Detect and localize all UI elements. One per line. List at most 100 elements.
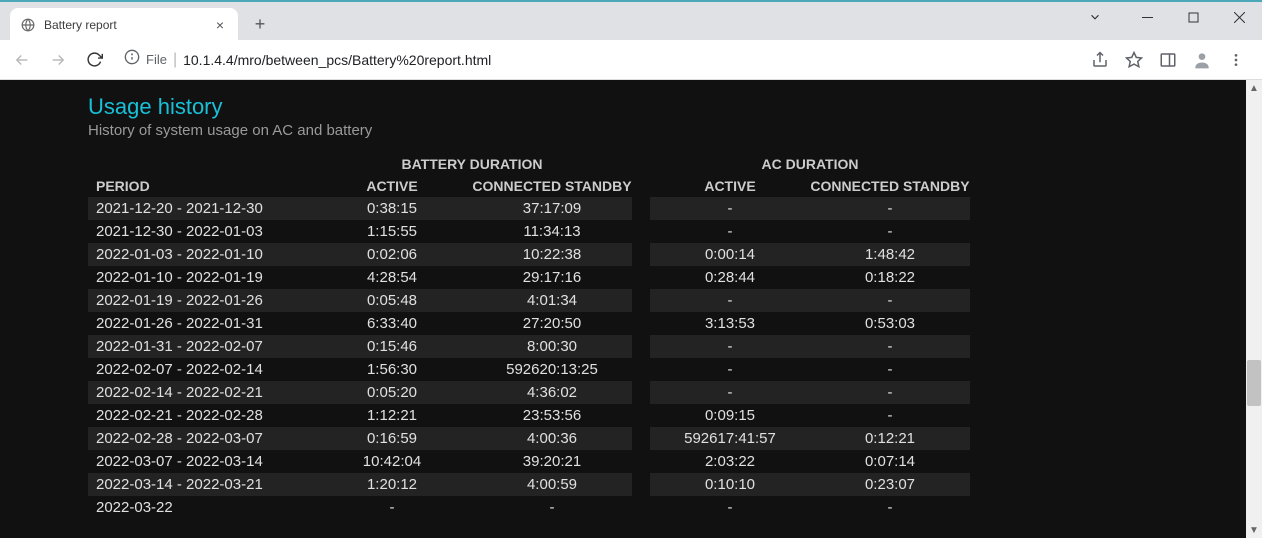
browser-tab[interactable]: Battery report ×: [10, 8, 238, 42]
info-icon[interactable]: [124, 49, 140, 70]
titlebar: Battery report × +: [0, 2, 1262, 40]
cell-ac-active: 0:09:15: [650, 404, 810, 427]
cell-ac-active: -: [650, 358, 810, 381]
scrollbar-thumb[interactable]: [1247, 360, 1261, 406]
reload-button[interactable]: [80, 46, 108, 74]
table-row: 2021-12-20 - 2021-12-300:38:1537:17:09--: [88, 197, 970, 220]
cell-battery-standby: 4:00:36: [472, 427, 632, 450]
cell-ac-standby: 0:07:14: [810, 450, 970, 473]
cell-battery-standby: 4:36:02: [472, 381, 632, 404]
cell-ac-standby: -: [810, 358, 970, 381]
forward-button[interactable]: [44, 46, 72, 74]
cell-ac-standby: -: [810, 496, 970, 519]
cell-ac-active: 3:13:53: [650, 312, 810, 335]
header-ac-standby: CONNECTED STANDBY: [810, 175, 970, 197]
url-separator: |: [173, 51, 177, 69]
cell-battery-active: 1:56:30: [312, 358, 472, 381]
cell-battery-standby: 29:17:16: [472, 266, 632, 289]
cell-battery-active: 0:05:48: [312, 289, 472, 312]
scrollbar-up-icon[interactable]: ▲: [1246, 80, 1262, 96]
table-row: 2022-01-31 - 2022-02-070:15:468:00:30--: [88, 335, 970, 358]
bookmark-star-icon[interactable]: [1124, 50, 1144, 70]
scrollbar[interactable]: ▲ ▼: [1246, 80, 1262, 538]
cell-period: 2022-02-21 - 2022-02-28: [88, 404, 312, 427]
cell-ac-active: -: [650, 289, 810, 312]
side-panel-icon[interactable]: [1158, 50, 1178, 70]
cell-period: 2021-12-20 - 2021-12-30: [88, 197, 312, 220]
cell-period: 2022-01-03 - 2022-01-10: [88, 243, 312, 266]
cell-ac-active: -: [650, 197, 810, 220]
cell-ac-active: -: [650, 381, 810, 404]
cell-ac-standby: -: [810, 197, 970, 220]
table-row: 2022-02-28 - 2022-03-070:16:594:00:36592…: [88, 427, 970, 450]
table-row: 2022-02-21 - 2022-02-281:12:2123:53:560:…: [88, 404, 970, 427]
usage-history-table: BATTERY DURATION AC DURATION PERIOD ACTI…: [88, 153, 970, 519]
table-row: 2022-01-26 - 2022-01-316:33:4027:20:50 3:…: [88, 312, 970, 335]
cell-battery-active: 1:12:21: [312, 404, 472, 427]
cell-battery-standby: 27:20:50: [472, 312, 632, 335]
header-battery-group: BATTERY DURATION: [312, 153, 632, 175]
cell-ac-active: -: [650, 496, 810, 519]
header-battery-standby: CONNECTED STANDBY: [472, 175, 632, 197]
cell-ac-standby: -: [810, 404, 970, 427]
cell-ac-active: 0:10:10: [650, 473, 810, 496]
cell-battery-active: 0:16:59: [312, 427, 472, 450]
cell-ac-standby: 0:18:22: [810, 266, 970, 289]
chevron-down-icon[interactable]: [1072, 2, 1118, 32]
cell-battery-active: 4:28:54: [312, 266, 472, 289]
cell-period: 2022-02-07 - 2022-02-14: [88, 358, 312, 381]
cell-battery-standby: 39:20:21: [472, 450, 632, 473]
window-controls: [1124, 2, 1262, 32]
url-text: 10.1.4.4/mro/between_pcs/Battery%20repor…: [183, 52, 491, 68]
cell-battery-standby: 11:34:13: [472, 220, 632, 243]
cell-battery-active: 10:42:04: [312, 450, 472, 473]
share-icon[interactable]: [1090, 50, 1110, 70]
cell-period: 2022-01-26 - 2022-01-31: [88, 312, 312, 335]
table-row: 2022-01-19 - 2022-01-260:05:484:01:34--: [88, 289, 970, 312]
cell-ac-standby: -: [810, 220, 970, 243]
cell-ac-active: -: [650, 335, 810, 358]
cell-period: 2022-01-19 - 2022-01-26: [88, 289, 312, 312]
cell-ac-standby: 0:12:21: [810, 427, 970, 450]
table-row: 2022-03-07 - 2022-03-1410:42:0439:20:21 2…: [88, 450, 970, 473]
close-tab-icon[interactable]: ×: [212, 17, 228, 33]
cell-battery-standby: 4:01:34: [472, 289, 632, 312]
cell-ac-active: 592617:41:57: [650, 427, 810, 450]
cell-period: 2022-01-31 - 2022-02-07: [88, 335, 312, 358]
cell-ac-standby: 1:48:42: [810, 243, 970, 266]
cell-ac-standby: 0:23:07: [810, 473, 970, 496]
cell-battery-active: -: [312, 496, 472, 519]
table-row: 2022-02-07 - 2022-02-141:56:30592620:13:…: [88, 358, 970, 381]
scrollbar-down-icon[interactable]: ▼: [1246, 522, 1262, 538]
menu-icon[interactable]: [1226, 50, 1246, 70]
cell-battery-standby: 4:00:59: [472, 473, 632, 496]
minimize-button[interactable]: [1124, 2, 1170, 32]
cell-battery-standby: 10:22:38: [472, 243, 632, 266]
table-row: 2022-02-14 - 2022-02-210:05:204:36:02--: [88, 381, 970, 404]
maximize-button[interactable]: [1170, 2, 1216, 32]
cell-battery-active: 1:15:55: [312, 220, 472, 243]
toolbar: File | 10.1.4.4/mro/between_pcs/Battery%…: [0, 40, 1262, 80]
cell-battery-active: 6:33:40: [312, 312, 472, 335]
header-ac-active: ACTIVE: [650, 175, 810, 197]
back-button[interactable]: [8, 46, 36, 74]
cell-ac-active: 0:00:14: [650, 243, 810, 266]
cell-ac-active: 0:28:44: [650, 266, 810, 289]
cell-battery-active: 0:15:46: [312, 335, 472, 358]
close-window-button[interactable]: [1216, 2, 1262, 32]
cell-battery-active: 0:05:20: [312, 381, 472, 404]
header-blank: [88, 153, 312, 175]
cell-battery-active: 0:38:15: [312, 197, 472, 220]
cell-ac-standby: 0:53:03: [810, 312, 970, 335]
cell-period: 2021-12-30 - 2022-01-03: [88, 220, 312, 243]
address-bar[interactable]: File | 10.1.4.4/mro/between_pcs/Battery%…: [116, 45, 1082, 75]
header-ac-group: AC DURATION: [650, 153, 970, 175]
profile-icon[interactable]: [1192, 50, 1212, 70]
table-row: 2022-03-22----: [88, 496, 970, 519]
section-heading: Usage history: [88, 94, 1246, 120]
cell-battery-standby: 592620:13:25: [472, 358, 632, 381]
cell-period: 2022-03-07 - 2022-03-14: [88, 450, 312, 473]
new-tab-button[interactable]: +: [246, 10, 274, 38]
cell-ac-active: 2:03:22: [650, 450, 810, 473]
cell-battery-active: 0:02:06: [312, 243, 472, 266]
